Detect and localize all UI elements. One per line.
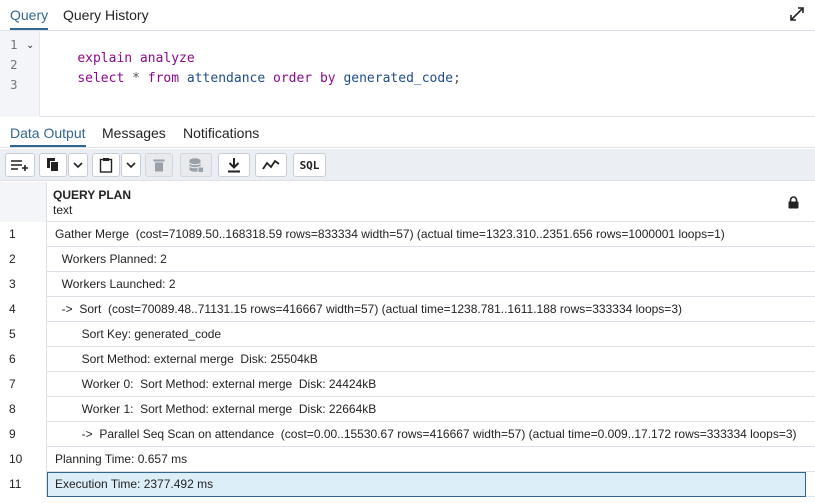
row-number[interactable]: 4: [0, 297, 47, 322]
row-number[interactable]: 2: [0, 247, 47, 272]
table-row[interactable]: 4 -> Sort (cost=70089.48..71131.15 rows=…: [0, 297, 815, 322]
tab-query[interactable]: Query: [10, 6, 49, 30]
tab-data-output[interactable]: Data Output: [10, 124, 86, 147]
delete-row-button[interactable]: [145, 153, 173, 177]
sql-label: SQL: [299, 158, 320, 172]
table-cell[interactable]: Planning Time: 0.657 ms: [47, 447, 815, 472]
table-cell[interactable]: Worker 0: Sort Method: external merge Di…: [47, 372, 815, 397]
expand-arrows-icon[interactable]: [789, 6, 805, 22]
paste-icon: [99, 158, 113, 173]
column-type: text: [53, 203, 73, 217]
table-row[interactable]: 1 Gather Merge (cost=71089.50..168318.59…: [0, 222, 815, 247]
table-row[interactable]: 2 Workers Planned: 2: [0, 247, 815, 272]
copy-button[interactable]: [39, 153, 67, 177]
table-row[interactable]: 3 Workers Launched: 2: [0, 272, 815, 297]
paste-button[interactable]: [92, 153, 120, 177]
row-number[interactable]: 10: [0, 447, 47, 472]
delete-icon: [153, 159, 165, 172]
query-tab-bar: Query Query History: [0, 0, 815, 31]
table-row[interactable]: 5 Sort Key: generated_code: [0, 322, 815, 347]
table-row-selected[interactable]: 11 Execution Time: 2377.492 ms: [0, 472, 815, 497]
chevron-down-icon: [73, 162, 83, 169]
code-token: generated_code: [335, 71, 454, 86]
download-icon: [228, 158, 240, 173]
table-cell[interactable]: -> Sort (cost=70089.48..71131.15 rows=41…: [47, 297, 815, 322]
sql-button[interactable]: SQL: [293, 153, 326, 177]
chevron-down-icon: [126, 162, 136, 169]
code-token: attendance: [179, 71, 273, 86]
table-cell[interactable]: -> Parallel Seq Scan on attendance (cost…: [47, 422, 815, 447]
save-data-icon: [189, 158, 204, 173]
table-cell[interactable]: Gather Merge (cost=71089.50..168318.59 r…: [47, 222, 815, 247]
copy-options-dropdown[interactable]: [68, 153, 88, 177]
editor-gutter: 1 ⌄ 2 3: [0, 31, 40, 117]
row-number[interactable]: 11: [0, 472, 47, 497]
graph-visualiser-button[interactable]: [255, 153, 287, 177]
line-number: 2: [10, 57, 18, 72]
add-row-icon: [11, 160, 28, 171]
graph-icon: [262, 159, 280, 170]
code-token: from: [147, 71, 180, 86]
table-cell[interactable]: Workers Planned: 2: [47, 247, 815, 272]
code-token: select: [77, 71, 125, 86]
table-row[interactable]: 10 Planning Time: 0.657 ms: [0, 447, 815, 472]
code-token: *: [124, 71, 148, 86]
lock-icon: [788, 196, 799, 209]
table-row[interactable]: 8 Worker 1: Sort Method: external merge …: [0, 397, 815, 422]
chevron-down-icon[interactable]: ⌄: [26, 40, 34, 51]
table-cell[interactable]: Workers Launched: 2: [47, 272, 815, 297]
table-cell[interactable]: Worker 1: Sort Method: external merge Di…: [47, 397, 815, 422]
row-number[interactable]: 5: [0, 322, 47, 347]
sql-editor[interactable]: 1 ⌄ 2 3 explain analyze select * from at…: [0, 31, 815, 117]
add-row-button[interactable]: [5, 153, 35, 177]
tab-messages[interactable]: Messages: [102, 124, 166, 147]
line-number: 3: [10, 77, 18, 92]
copy-icon: [47, 158, 59, 172]
row-number-header[interactable]: [0, 182, 47, 222]
code-line-2: select * from attendance order by genera…: [46, 56, 461, 101]
row-number[interactable]: 1: [0, 222, 47, 247]
row-number[interactable]: 9: [0, 422, 47, 447]
paste-options-dropdown[interactable]: [121, 153, 141, 177]
output-tab-bar: Data Output Messages Notifications: [0, 118, 815, 148]
grid-header: QUERY PLAN text: [0, 182, 815, 222]
row-number[interactable]: 3: [0, 272, 47, 297]
table-cell[interactable]: Sort Method: external merge Disk: 25504k…: [47, 347, 815, 372]
tab-query-history[interactable]: Query History: [63, 6, 149, 30]
line-number: 1: [10, 37, 18, 52]
table-row[interactable]: 9 -> Parallel Seq Scan on attendance (co…: [0, 422, 815, 447]
code-token: order by: [273, 71, 336, 86]
data-toolbar: SQL: [0, 149, 815, 181]
save-data-button[interactable]: [180, 153, 212, 177]
table-row[interactable]: 7 Worker 0: Sort Method: external merge …: [0, 372, 815, 397]
table-row[interactable]: 6 Sort Method: external merge Disk: 2550…: [0, 347, 815, 372]
table-cell[interactable]: Sort Key: generated_code: [47, 322, 815, 347]
table-cell[interactable]: Execution Time: 2377.492 ms: [47, 472, 806, 497]
tab-notifications[interactable]: Notifications: [183, 124, 259, 147]
column-name[interactable]: QUERY PLAN: [53, 188, 131, 202]
row-number[interactable]: 6: [0, 347, 47, 372]
download-button[interactable]: [218, 153, 250, 177]
row-number[interactable]: 8: [0, 397, 47, 422]
result-grid: QUERY PLAN text 1 Gather Merge (cost=710…: [0, 182, 815, 503]
row-number[interactable]: 7: [0, 372, 47, 397]
code-token: ;: [453, 71, 461, 86]
